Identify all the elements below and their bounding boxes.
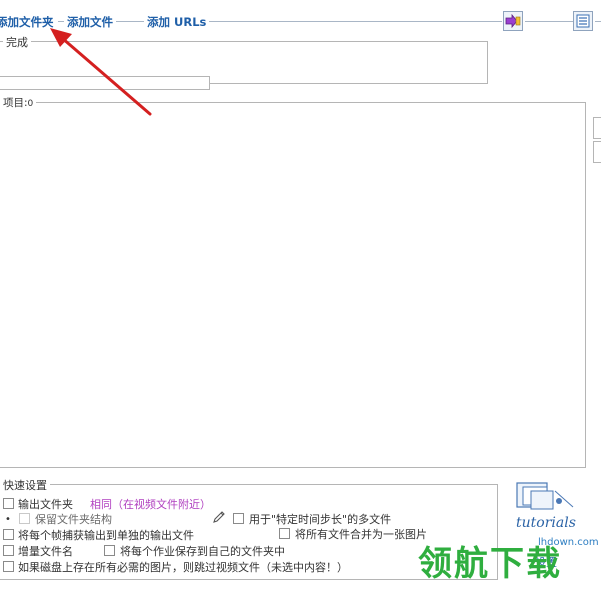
annotation-arrow-icon bbox=[50, 28, 152, 116]
